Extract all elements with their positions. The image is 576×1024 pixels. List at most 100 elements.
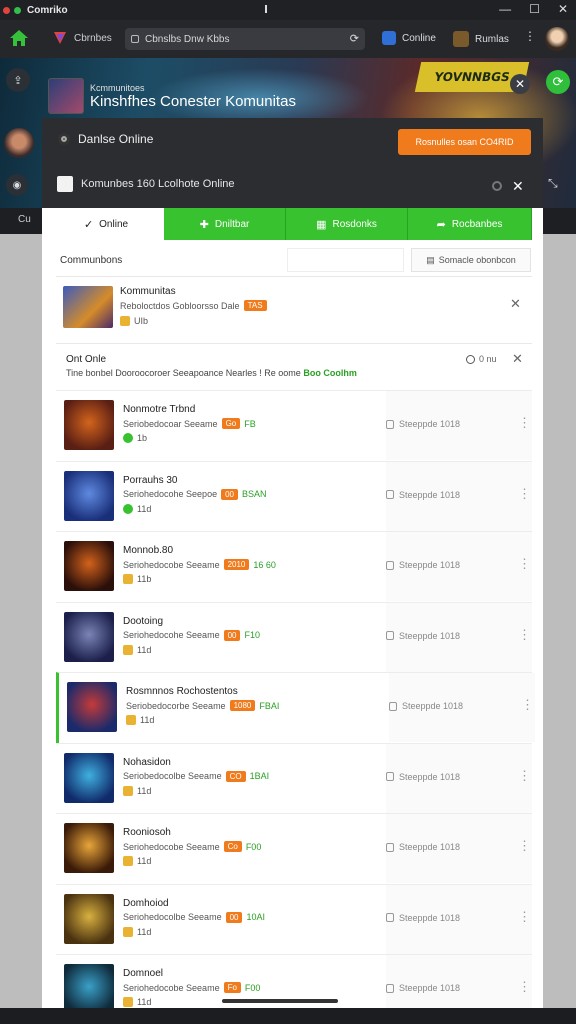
community-selector[interactable]: Komunbes 160 Lcolhote Online [57,176,235,192]
row-title: Nohasidon [123,756,171,768]
featured-meta: Reboloctdos Gobloorsso Dale TAS [120,300,267,311]
more-options-icon[interactable]: ⋮ [524,29,536,43]
section-close-icon[interactable]: ✕ [512,351,523,367]
home-indicator[interactable] [222,999,338,1003]
coin-icon [123,503,133,514]
coin-icon [123,926,133,937]
row-more-icon[interactable]: ⋮ [518,909,531,925]
community-card: ✓ Online ✚ Dniltbar ▦ Rosdonks ➦ Rocbanb… [42,208,543,1008]
row-status-text: Steeppde 1018 [399,771,461,782]
expand-icon[interactable]: ⤡ [548,176,558,191]
coin-icon [120,316,130,326]
row-thumbnail [64,470,114,521]
list-item[interactable]: Porrauhs 30 Seriohedocohe Seepoe 00 BSAN… [56,460,532,532]
lock-icon [131,35,139,43]
row-extra: F10 [244,630,260,640]
tab-grid-label: Rosdonks [332,218,377,230]
list-item[interactable]: Rosmnnos Rochostentos Seriobedocorbe See… [56,672,535,743]
member-list: Nonmotre Trbnd Seriobedocoar Seeame Go F… [56,390,535,1008]
forums-button[interactable]: Rumlas [453,31,509,47]
brand-label: Cbrnbes [74,32,112,44]
upload-icon[interactable]: ⇪ [6,68,30,92]
right-gutter [543,234,576,1008]
row-badge: Co [223,841,242,852]
lock-icon [386,560,394,570]
online-button[interactable]: Conline [382,31,436,45]
secondary-nav-item[interactable]: Cu [18,214,31,225]
row-extra: 16 60 [253,559,276,570]
lock-icon [386,772,394,781]
character-avatar[interactable] [4,128,34,158]
row-title: Rosmnnos Rochostentos [126,686,238,697]
row-title: Domhoiod [123,897,169,909]
row-meta-text: Seriohedocobe Seeame [123,841,220,852]
sort-button[interactable]: ▤ Somacle obonbcon [411,248,531,272]
select-checkbox[interactable] [57,176,73,192]
join-button[interactable]: Rosnulles osan CO4RID [398,129,531,155]
coin-icon [123,574,133,584]
minimize-window-dot[interactable] [14,6,21,14]
row-thumbnail [64,893,114,944]
list-item[interactable]: Dootoing Seriohedocohe Seeame 00 F10 11d… [56,601,532,673]
game-controller-icon[interactable]: ◉ [6,174,28,196]
row-more-icon[interactable]: ⋮ [518,486,531,502]
home-icon[interactable] [8,27,30,49]
coin-icon [123,785,133,796]
window-titlebar: Comriko — ☐ ✕ [0,0,576,20]
tab-share[interactable]: ➦ Rocbanbes [408,208,532,240]
banner-close-button[interactable]: ✕ [510,74,530,94]
window-drag-handle[interactable] [265,5,267,13]
featured-close-icon[interactable]: ✕ [510,296,521,312]
close-button[interactable]: ✕ [558,2,568,16]
row-count-value: 1b [137,433,148,443]
filter-input[interactable] [287,248,404,272]
search-icon[interactable] [492,181,502,191]
row-count-value: 11d [137,997,152,1007]
row-more-icon[interactable]: ⋮ [518,979,531,995]
tab-share-label: Rocbanbes [451,218,503,230]
tab-add[interactable]: ✚ Dniltbar [164,208,286,240]
row-title: Domnoel [123,968,164,979]
row-count-value: 11d [137,926,152,937]
row-more-icon[interactable]: ⋮ [518,627,531,643]
row-meta: Seriohedocobe Seeame Fo F00 [123,982,260,993]
row-thumbnail [64,964,114,1008]
row-more-icon[interactable]: ⋮ [518,556,531,572]
row-count-value: 11b [137,574,152,584]
address-bar[interactable]: Cbnslbs Dnw Kbbs ⟳ [125,28,365,50]
panel-close-icon[interactable]: ✕ [512,178,524,195]
row-meta: Seriohedocobe Seeame Co F00 [123,841,261,852]
online-icon [382,31,396,45]
tab-grid[interactable]: ▦ Rosdonks [286,208,408,240]
row-title: Nonmotre Trbnd [123,404,196,415]
row-status: Steeppde 1018 [386,560,460,570]
row-meta-text: Seriobedocolbe Seeame [123,771,222,781]
row-more-icon[interactable]: ⋮ [518,838,531,854]
section-description-highlight: Boo Coolhm [303,368,357,378]
brand-button[interactable]: Cbrnbes [52,30,112,46]
row-more-icon[interactable]: ⋮ [518,415,531,431]
tab-online[interactable]: ✓ Online [48,208,164,240]
refresh-icon[interactable]: ⟳ [350,32,359,45]
lock-icon [389,701,397,711]
close-window-dot[interactable] [3,6,10,14]
community-title: Kinshfhes Conester Komunitas [90,92,296,110]
row-meta: Seriohedocolbe Seeame 00 10AI [123,911,265,923]
row-more-icon[interactable]: ⋮ [518,768,531,784]
row-status-text: Steeppde 1018 [399,489,461,500]
list-item[interactable]: Nonmotre Trbnd Seriobedocoar Seeame Go F… [56,390,532,461]
row-meta-text: Seriohedocobe Seeame [123,559,220,570]
minimize-button[interactable]: — [499,2,511,16]
row-more-icon[interactable]: ⋮ [521,697,534,713]
plus-icon: ✚ [199,218,209,231]
list-item[interactable]: Nohasidon Seriobedocolbe Seeame CO 1BAI … [56,742,532,814]
maximize-button[interactable]: ☐ [529,2,540,16]
refresh-green-icon[interactable]: ⟳ [546,70,570,94]
list-item[interactable]: Rooniosoh Seriohedocobe Seeame Co F00 11… [56,813,532,884]
list-item[interactable]: Domhoiod Seriohedocolbe Seeame 00 10AI 1… [56,883,532,955]
user-avatar[interactable] [545,27,569,51]
featured-community[interactable]: Kommunitas Reboloctdos Gobloorsso Dale T… [56,282,532,338]
list-item[interactable]: Monnob.80 Seriohedocobe Seeame 2010 16 6… [56,531,532,602]
sort-button-label: Somacle obonbcon [438,255,516,265]
featured-meta-text: Reboloctdos Gobloorsso Dale [120,300,240,311]
